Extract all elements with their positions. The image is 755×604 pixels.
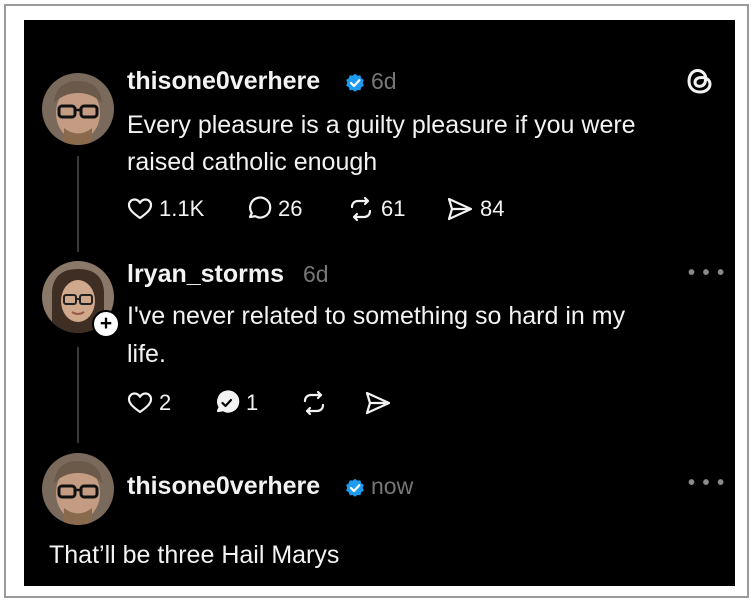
thread-panel: thisone0verhere 6d Every pleasure is a g… (24, 20, 735, 586)
plus-icon: + (99, 312, 113, 335)
like-count: 2 (159, 390, 172, 415)
verified-badge-icon (346, 73, 364, 92)
reply-button[interactable]: 26 (246, 196, 302, 222)
reply-count: 1 (246, 390, 259, 415)
like-button[interactable]: 1.1K (127, 196, 204, 222)
share-count: 84 (480, 196, 505, 221)
screenshot-frame: thisone0verhere 6d Every pleasure is a g… (4, 4, 749, 598)
post-time: 6d (371, 68, 397, 94)
post-username[interactable]: thisone0verhere (127, 472, 320, 501)
speech-bubble-icon (248, 196, 272, 219)
speech-bubble-icon (216, 390, 240, 413)
avatar[interactable] (42, 453, 114, 525)
thread-connector-line (77, 347, 79, 443)
repost-count: 61 (381, 196, 406, 221)
follow-button[interactable]: + (92, 310, 120, 338)
like-count: 1.1K (159, 196, 205, 221)
thread-connector-line (77, 156, 79, 252)
post-text-line: Every pleasure is a guilty pleasure if y… (127, 111, 636, 139)
share-button[interactable] (364, 390, 392, 416)
post-text: That’ll be three Hail Marys (49, 541, 340, 569)
more-options-icon[interactable]: • • • (688, 262, 725, 285)
post-username[interactable]: lryan_storms (127, 260, 284, 289)
reply-button[interactable]: 1 (214, 390, 258, 416)
like-button[interactable]: 2 (127, 390, 171, 416)
post-text-line: raised catholic enough (127, 148, 378, 176)
reply-count: 26 (278, 196, 303, 221)
post-username[interactable]: thisone0verhere (127, 67, 320, 96)
post-text-line: I've never related to something so hard … (127, 302, 626, 330)
verified-badge-icon (346, 478, 364, 497)
heart-icon (127, 198, 153, 220)
more-options-icon[interactable]: • • • (688, 472, 725, 495)
avatar[interactable] (42, 73, 114, 145)
send-icon (365, 391, 391, 415)
share-button[interactable]: 84 (446, 196, 504, 222)
post-time: now (371, 473, 414, 499)
heart-icon (127, 392, 153, 414)
post-time: 6d (303, 261, 329, 287)
repost-icon (303, 390, 325, 416)
repost-button[interactable]: 61 (347, 196, 405, 222)
send-icon (447, 197, 473, 221)
threads-logo-icon[interactable] (686, 66, 714, 96)
post-text-line: life. (127, 340, 166, 368)
repost-icon (350, 196, 372, 222)
repost-button[interactable] (300, 390, 328, 416)
